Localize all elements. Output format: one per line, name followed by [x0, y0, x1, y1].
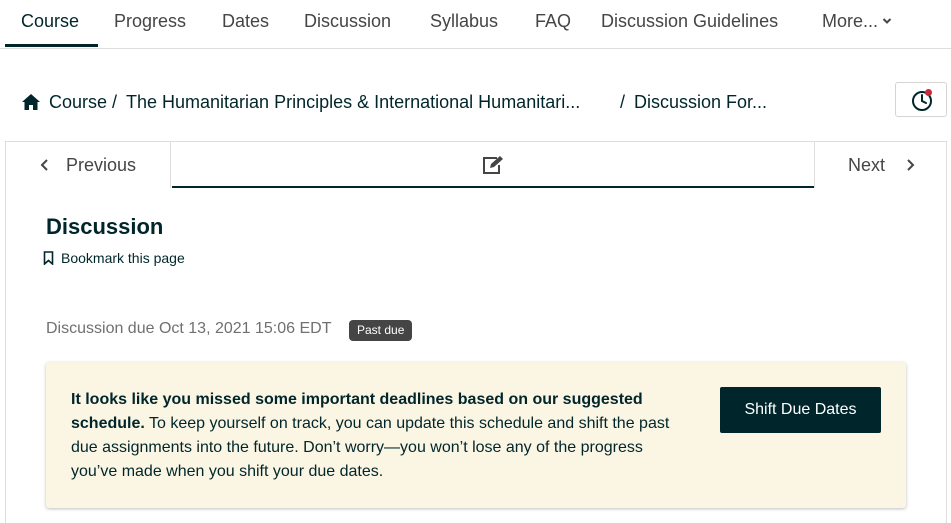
active-tab-indicator	[5, 44, 98, 47]
shift-dates-alert: It looks like you missed some important …	[46, 362, 906, 508]
bookmark-label: Bookmark this page	[61, 250, 185, 266]
sequence-nav: Previous Next	[5, 141, 947, 188]
tab-more-label: More...	[822, 11, 879, 31]
tab-syllabus[interactable]: Syllabus	[430, 11, 498, 32]
tab-dates[interactable]: Dates	[222, 11, 269, 32]
chevron-down-icon	[882, 18, 892, 24]
chevron-right-icon	[907, 159, 915, 171]
home-icon[interactable]	[21, 93, 41, 111]
alert-message: It looks like you missed some important …	[71, 388, 691, 484]
alert-body-text: To keep yourself on track, you can updat…	[71, 415, 670, 480]
breadcrumb-separator: /	[112, 92, 118, 112]
course-schedule-button[interactable]	[895, 82, 947, 117]
previous-button[interactable]: Previous	[6, 142, 171, 188]
course-tabs-nav: Course Progress Dates Discussion Syllabu…	[0, 0, 951, 49]
previous-label: Previous	[66, 155, 137, 175]
tab-discussion[interactable]: Discussion	[304, 11, 391, 32]
due-date-text: Discussion due Oct 13, 2021 15:06 EDT	[46, 320, 332, 337]
breadcrumb-separator: /	[620, 92, 626, 112]
shift-due-dates-button[interactable]: Shift Due Dates	[720, 387, 881, 433]
past-due-badge: Past due	[349, 320, 413, 341]
tab-more[interactable]: More...	[822, 11, 892, 32]
breadcrumb-course[interactable]: Course	[49, 92, 107, 113]
next-label: Next	[848, 155, 886, 175]
edit-icon	[483, 156, 503, 174]
chevron-left-icon	[40, 159, 48, 171]
bookmark-icon	[43, 251, 54, 265]
tab-progress[interactable]: Progress	[114, 11, 186, 32]
unit-tab-discussion[interactable]	[172, 142, 814, 188]
next-button[interactable]: Next	[814, 142, 947, 188]
breadcrumb-subsection[interactable]: Discussion For...	[634, 92, 767, 113]
bookmark-button[interactable]: Bookmark this page	[43, 250, 203, 268]
unit-title: Discussion	[46, 214, 164, 239]
tab-course[interactable]: Course	[21, 11, 79, 32]
notification-dot	[925, 89, 932, 96]
breadcrumb: Course / The Humanitarian Principles & I…	[21, 92, 801, 114]
breadcrumb-section[interactable]: The Humanitarian Principles & Internatio…	[126, 92, 580, 113]
tab-faq[interactable]: FAQ	[535, 11, 571, 32]
tab-discussion-guidelines[interactable]: Discussion Guidelines	[601, 11, 778, 32]
